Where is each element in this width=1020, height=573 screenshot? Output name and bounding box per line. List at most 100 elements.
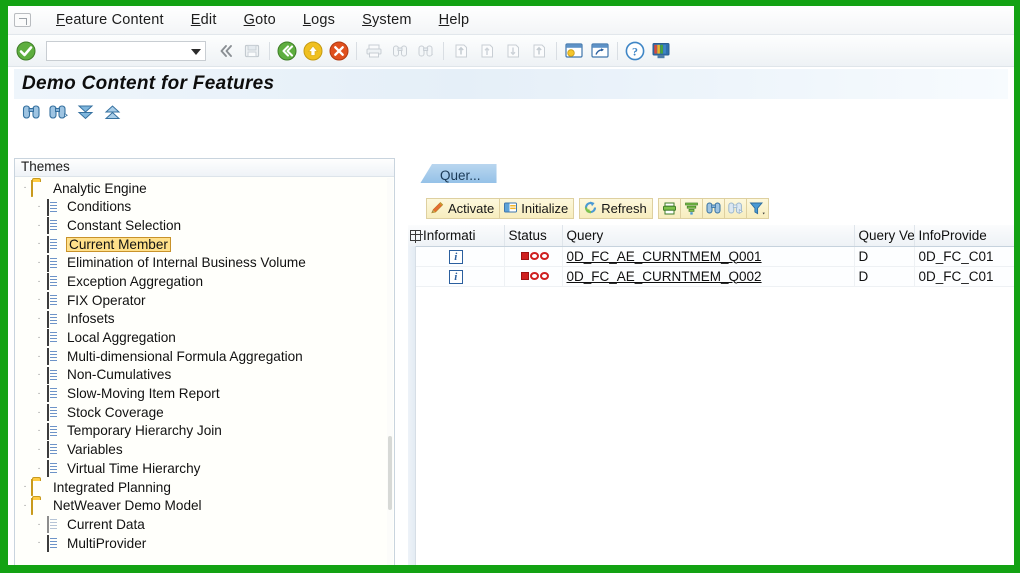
tree-node-temporary-hierarchy-join[interactable]: · Temporary Hierarchy Join [15, 422, 394, 441]
exit-yellow-icon[interactable] [301, 39, 325, 63]
column-header-information[interactable]: Informati [408, 225, 505, 247]
information-icon[interactable]: i [448, 270, 463, 284]
column-header-query[interactable]: Query [562, 225, 855, 247]
tree-node-current-member[interactable]: · Current Member [15, 235, 394, 254]
refresh-button-label: Refresh [601, 201, 647, 216]
menu-item-system[interactable]: System [349, 10, 426, 30]
menu-item-logs[interactable]: Logs [290, 10, 349, 30]
folder-open-icon [31, 179, 48, 197]
print-preview-icon[interactable] [657, 198, 681, 219]
cancel-red-icon[interactable] [327, 39, 351, 63]
find-next-icon[interactable] [723, 198, 747, 219]
tree-node-label: Analytic Engine [53, 180, 147, 196]
collapse-all-icon[interactable] [101, 102, 123, 122]
tree-node-label: Constant Selection [67, 217, 182, 233]
tree-node-infosets[interactable]: · Infosets [15, 310, 394, 329]
select-all-icon[interactable] [410, 229, 423, 243]
document-icon [45, 385, 62, 403]
cell-query[interactable]: 0D_FC_AE_CURNTMEM_Q002 [562, 266, 855, 287]
tree-node-conditions[interactable]: · Conditions [15, 198, 394, 217]
menu-mnemonic: G [243, 12, 256, 28]
tree-node-stock-coverage[interactable]: · Stock Coverage [15, 403, 394, 422]
column-header-query-version[interactable]: Query Ve [854, 225, 915, 247]
query-link[interactable]: 0D_FC_AE_CURNTMEM_Q001 [567, 249, 762, 264]
tree-node-local-aggregation[interactable]: · Local Aggregation [15, 329, 394, 348]
customize-layout-icon[interactable] [649, 39, 673, 63]
tree-node-label: Virtual Time Hierarchy [67, 460, 201, 476]
filter-icon[interactable] [745, 198, 769, 219]
cell-query[interactable]: 0D_FC_AE_CURNTMEM_Q001 [562, 246, 855, 267]
tree-node-slow-moving-item-report[interactable]: · Slow-Moving Item Report [15, 385, 394, 404]
document-icon [45, 460, 62, 478]
command-field[interactable] [46, 40, 206, 61]
find-icon[interactable] [701, 198, 725, 219]
tree-node-constant-selection[interactable]: · Constant Selection [15, 216, 394, 235]
row-selector-column[interactable] [408, 246, 416, 565]
leaf-bullet-icon: · [37, 294, 41, 306]
column-header-infoprovider[interactable]: InfoProvide [914, 225, 1014, 247]
document-icon [45, 310, 62, 328]
enter-check-icon[interactable] [14, 39, 38, 63]
column-header-status[interactable]: Status [504, 225, 563, 247]
menu-item-feature-content[interactable]: Feature Content [43, 10, 178, 30]
tree-node-exception-aggregation[interactable]: · Exception Aggregation [15, 272, 394, 291]
tree-node-fix-operator[interactable]: · FIX Operator [15, 291, 394, 310]
tree-node-analytic-engine[interactable]: · Analytic Engine [15, 179, 394, 198]
document-icon [45, 422, 62, 440]
command-dropdown-icon[interactable] [191, 48, 201, 55]
refresh-button[interactable]: Refresh [579, 198, 653, 219]
toolbar-separator [356, 41, 357, 60]
tree-node-label: Integrated Planning [53, 479, 171, 495]
back-chevrons-icon[interactable] [214, 39, 238, 63]
tree-node-list[interactable]: · Analytic Engine · Conditions · Constan… [15, 177, 394, 565]
tree-node-virtual-time-hierarchy[interactable]: · Virtual Time Hierarchy [15, 459, 394, 478]
column-header-label: Query Ve [858, 227, 914, 243]
tree-node-current-data[interactable]: · Current Data [15, 515, 394, 534]
help-icon[interactable]: ? [623, 39, 647, 63]
menu-item-goto[interactable]: Goto [231, 10, 290, 30]
document-icon [45, 534, 62, 552]
themes-tree-panel: Themes · Analytic Engine · Conditions · … [14, 158, 395, 565]
cell-information[interactable]: i [408, 246, 505, 267]
expand-toggle-icon[interactable]: · [19, 183, 31, 193]
tree-node-netweaver-demo-model[interactable]: · NetWeaver Demo Model [15, 497, 394, 516]
toolbar-separator [556, 41, 557, 60]
table-header-row: Informati Status Query Query Ve InfoProv… [408, 225, 1014, 247]
create-shortcut-icon[interactable] [588, 39, 612, 63]
expand-all-icon[interactable] [74, 102, 96, 122]
query-link[interactable]: 0D_FC_AE_CURNTMEM_Q002 [567, 269, 762, 284]
next-page-icon [501, 39, 525, 63]
document-icon [45, 404, 62, 422]
tree-node-non-cumulatives[interactable]: · Non-Cumulatives [15, 366, 394, 385]
command-input[interactable] [47, 42, 185, 59]
application-frame: Feature Content Edit Goto Logs System He… [0, 0, 1020, 573]
find-icon[interactable] [20, 102, 42, 122]
activate-button[interactable]: Activate [426, 198, 501, 219]
expand-toggle-icon[interactable]: · [19, 501, 31, 511]
sort-filter-icon[interactable] [679, 198, 703, 219]
tree-scrollbar-thumb[interactable] [388, 436, 392, 510]
cell-status [504, 246, 563, 267]
tree-node-elimination-internal-business-volume[interactable]: · Elimination of Internal Business Volum… [15, 254, 394, 273]
tree-node-variables[interactable]: · Variables [15, 441, 394, 460]
column-header-label: Status [508, 227, 547, 243]
leaf-bullet-icon: · [37, 462, 41, 474]
tree-node-multiprovider[interactable]: · MultiProvider [15, 534, 394, 553]
menu-item-help[interactable]: Help [426, 10, 484, 30]
create-session-icon[interactable] [562, 39, 586, 63]
information-icon[interactable]: i [448, 250, 463, 264]
document-icon [45, 366, 62, 384]
find-next-icon[interactable] [47, 102, 69, 122]
cell-information[interactable]: i [408, 266, 505, 287]
system-menu-icon[interactable] [14, 13, 31, 27]
initialize-button[interactable]: Initialize [499, 198, 575, 219]
previous-page-icon [475, 39, 499, 63]
tree-node-multi-dimensional-formula-aggregation[interactable]: · Multi-dimensional Formula Aggregation [15, 347, 394, 366]
tree-vertical-scrollbar[interactable] [387, 178, 393, 565]
menu-item-edit[interactable]: Edit [178, 10, 231, 30]
tree-node-integrated-planning[interactable]: · Integrated Planning [15, 478, 394, 497]
expand-toggle-icon[interactable]: · [19, 482, 31, 492]
back-green-icon[interactable] [275, 39, 299, 63]
table-row[interactable]: i 0D_FC_AE_CURNTMEM_Q002 D 0D_FC_C01 [408, 266, 1014, 287]
table-row[interactable]: i 0D_FC_AE_CURNTMEM_Q001 D 0D_FC_C01 [408, 246, 1014, 267]
